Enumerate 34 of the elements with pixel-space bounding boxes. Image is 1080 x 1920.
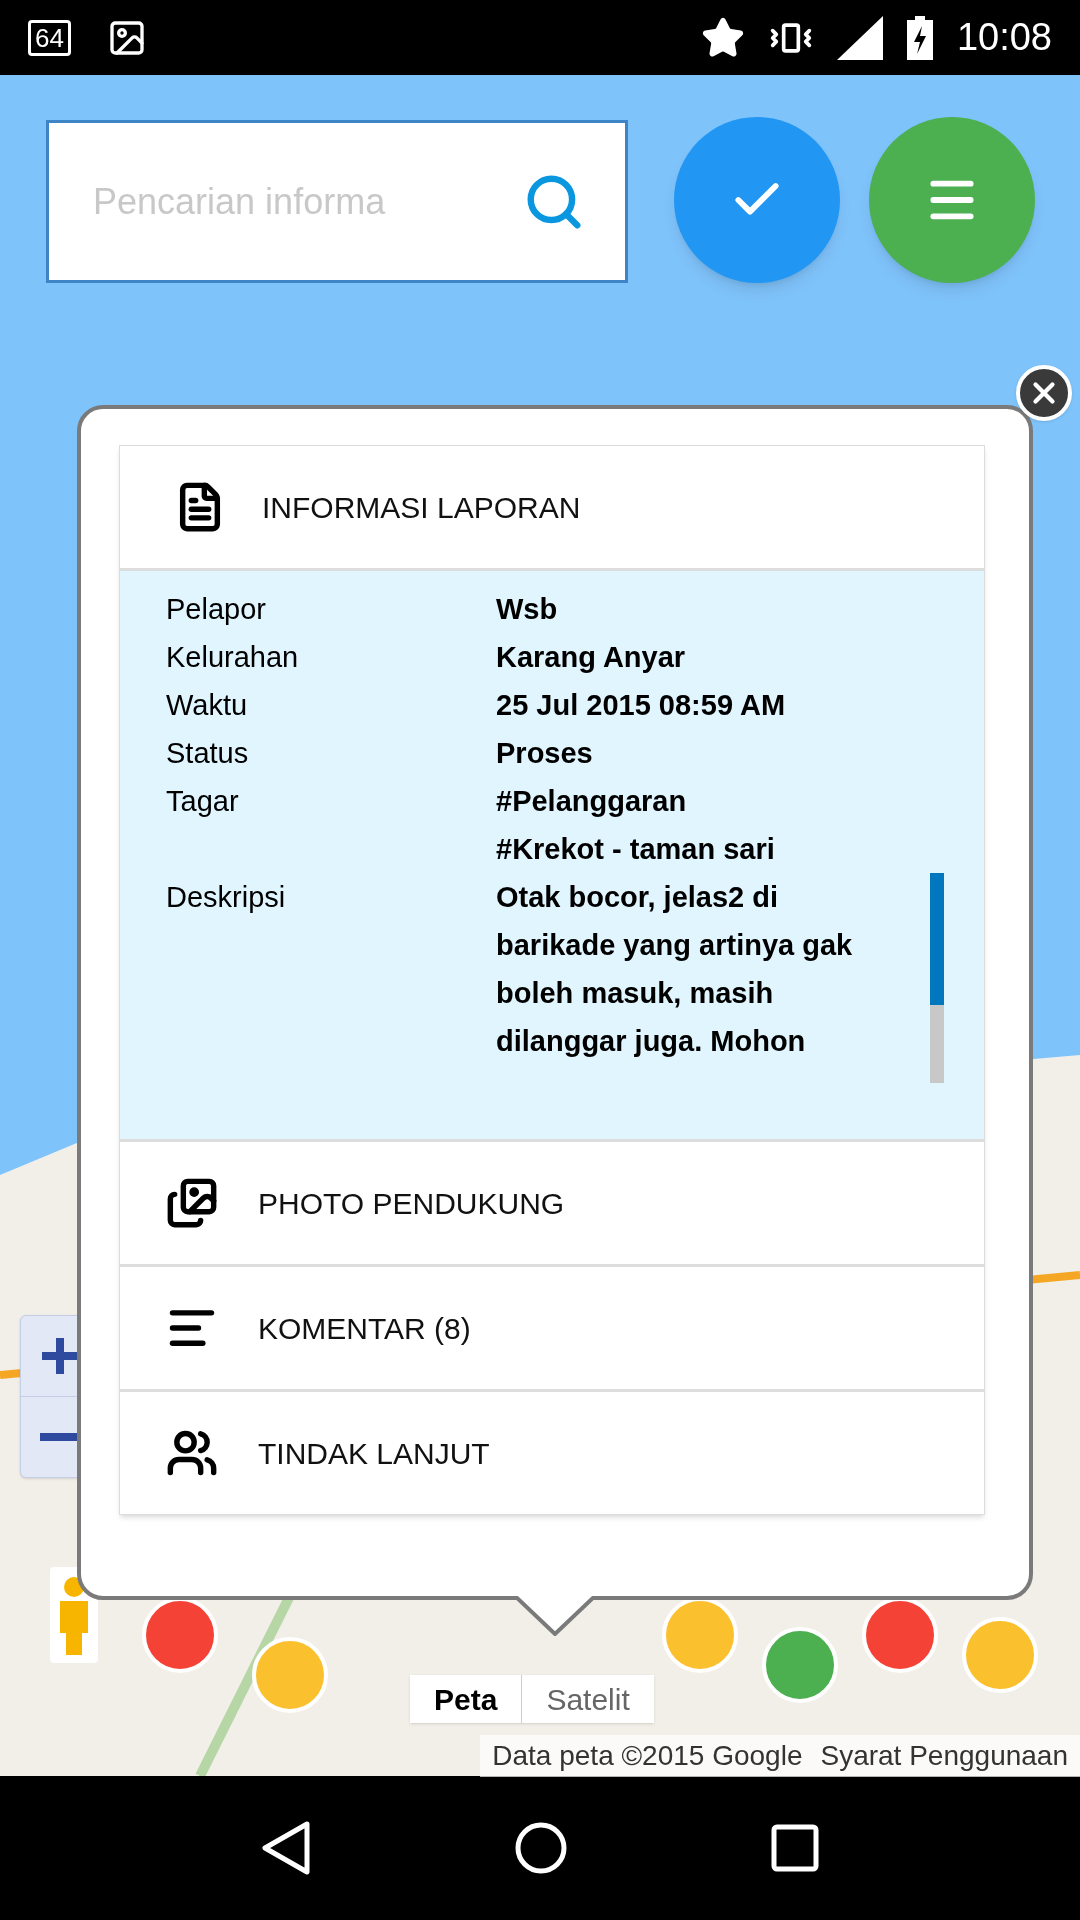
field-value: 25 Jul 2015 08:59 AM [496, 688, 786, 723]
plus-icon [40, 1335, 80, 1376]
map-marker[interactable] [250, 1635, 330, 1715]
clock: 10:08 [956, 15, 1052, 60]
field-label: Tagar [166, 784, 240, 819]
field-label: Pelapor [166, 592, 267, 627]
section-row[interactable]: PHOTO PENDUKUNG [120, 1139, 984, 1264]
map-marker[interactable] [760, 1625, 840, 1705]
battery-icon [906, 15, 933, 60]
terms-link[interactable]: Syarat Penggunaan [820, 1735, 1068, 1777]
map-type-tab[interactable]: Satelit [522, 1675, 654, 1723]
section-row[interactable]: TINDAK LANJUT [120, 1389, 984, 1514]
field-value: Wsb [496, 592, 558, 627]
home-icon[interactable] [514, 1821, 568, 1875]
minus-icon [40, 1432, 80, 1441]
description-text: Otak bocor, jelas2 di barikade yang artinya gak boleh masuk, masih dilanggar juga. Mohon [496, 880, 854, 1059]
field-label: Kelurahan [166, 640, 300, 675]
back-icon[interactable] [261, 1820, 312, 1876]
field-label: Status [166, 736, 250, 771]
field-value: Karang Anyar [496, 640, 686, 675]
signal-icon [836, 15, 883, 60]
map-attribution: Data peta ©2015 Google [492, 1739, 803, 1773]
field-label: Deskripsi [166, 880, 287, 915]
section-row[interactable]: KOMENTAR (8) [120, 1264, 984, 1389]
notification-badge: 64 [28, 19, 71, 56]
map-type-tab[interactable]: Peta [410, 1675, 523, 1723]
photos-icon [166, 1177, 218, 1229]
tag-value: #Pelanggaran [496, 784, 688, 819]
recents-icon[interactable] [770, 1824, 819, 1872]
header-title: INFORMASI LAPORAN [262, 489, 581, 526]
map-marker[interactable] [960, 1615, 1040, 1695]
field-value: Proses [496, 736, 593, 771]
tag-value: #Krekot - taman sari [496, 832, 775, 867]
field-label: Waktu [166, 688, 249, 723]
